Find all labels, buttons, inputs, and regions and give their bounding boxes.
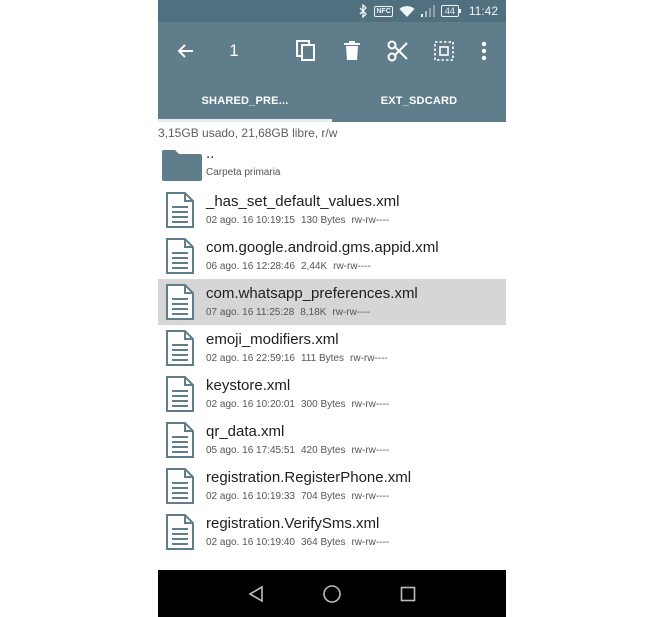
file-date: 07 ago. 16 11:25:28 — [206, 307, 295, 318]
wifi-icon — [399, 5, 415, 18]
nfc-icon: NFC — [374, 5, 393, 17]
file-name: emoji_modifiers.xml — [206, 331, 339, 348]
file-row[interactable]: com.google.android.gms.appid.xml 06 ago. … — [158, 233, 506, 279]
nav-back-button[interactable] — [244, 582, 268, 606]
file-permissions: rw-rw---- — [351, 491, 390, 502]
bluetooth-icon — [359, 4, 368, 18]
file-name: registration.VerifySms.xml — [206, 515, 380, 532]
file-meta: 02 ago. 16 10:19:15 130 Bytes rw-rw---- — [206, 215, 395, 226]
status-time: 11:42 — [468, 4, 498, 18]
back-button[interactable] — [172, 22, 200, 80]
action-toolbar: 1 — [158, 22, 506, 80]
file-date: 05 ago. 16 17:45:51 — [206, 445, 295, 456]
file-date: 02 ago. 16 10:19:15 — [206, 215, 295, 226]
file-date: 02 ago. 16 22:59:16 — [206, 353, 295, 364]
file-row[interactable]: com.whatsapp_preferences.xml 07 ago. 16 1… — [158, 279, 506, 325]
file-meta: 02 ago. 16 10:19:40 364 Bytes rw-rw---- — [206, 537, 395, 548]
nav-recents-button[interactable] — [396, 582, 420, 606]
phone-screen: NFC 44 11:42 1 SHARED_PRE... EXT_SDCARD … — [158, 0, 506, 617]
file-row[interactable]: qr_data.xml 05 ago. 16 17:45:51 420 Bytes r… — [158, 417, 506, 463]
file-name: keystore.xml — [206, 377, 291, 394]
file-list: .. Carpeta primaria _has_set_default_val… — [158, 143, 506, 555]
file-meta: 02 ago. 16 10:20:01 300 Bytes rw-rw---- — [206, 399, 395, 410]
document-icon — [166, 514, 194, 550]
select-all-icon — [434, 41, 454, 61]
cut-icon — [387, 40, 408, 62]
file-permissions: rw-rw---- — [332, 307, 371, 318]
more-options-button[interactable] — [472, 22, 496, 80]
document-icon — [166, 192, 194, 228]
file-date: 02 ago. 16 10:19:40 — [206, 537, 295, 548]
file-name: qr_data.xml — [206, 423, 285, 440]
file-row[interactable]: _has_set_default_values.xml 02 ago. 16 10… — [158, 187, 506, 233]
parent-folder-subtitle: Carpeta primaria — [206, 167, 281, 178]
file-meta: 02 ago. 16 10:19:33 704 Bytes rw-rw---- — [206, 491, 395, 502]
triangle-back-icon — [248, 585, 263, 603]
copy-button[interactable] — [292, 22, 320, 80]
more-vert-icon — [481, 41, 487, 61]
delete-icon — [344, 41, 360, 60]
storage-info: 3,15GB usado, 21,68GB libre, r/w — [158, 126, 338, 140]
document-icon — [166, 238, 194, 274]
file-name: _has_set_default_values.xml — [206, 193, 400, 210]
copy-icon — [296, 40, 315, 61]
file-size: 2,44K — [300, 261, 328, 272]
file-row[interactable]: registration.VerifySms.xml 02 ago. 16 10:… — [158, 509, 506, 555]
document-icon — [166, 422, 194, 458]
tab-bar: SHARED_PRE... EXT_SDCARD — [158, 80, 506, 122]
file-permissions: rw-rw---- — [351, 537, 390, 548]
file-size: 364 Bytes — [300, 537, 346, 548]
file-meta: 02 ago. 16 22:59:16 111 Bytes rw-rw---- — [206, 353, 394, 364]
file-date: 02 ago. 16 10:19:33 — [206, 491, 295, 502]
file-permissions: rw-rw---- — [349, 353, 388, 364]
document-icon — [166, 330, 194, 366]
square-recents-icon — [400, 586, 416, 602]
tab-shared-prefs[interactable]: SHARED_PRE... — [158, 80, 332, 122]
document-icon — [166, 468, 194, 504]
file-row[interactable]: keystore.xml 02 ago. 16 10:20:01 300 Bytes… — [158, 371, 506, 417]
cut-button[interactable] — [384, 22, 412, 80]
parent-folder-name: .. — [206, 145, 215, 162]
cell-signal-icon — [420, 5, 435, 17]
file-name: com.whatsapp_preferences.xml — [206, 285, 418, 302]
battery-icon: 44 — [440, 5, 461, 17]
tab-ext-sdcard[interactable]: EXT_SDCARD — [332, 80, 506, 122]
file-meta: 06 ago. 16 12:28:46 2,44K rw-rw---- — [206, 261, 377, 272]
file-meta: 07 ago. 16 11:25:28 8,18K rw-rw---- — [206, 307, 376, 318]
circle-home-icon — [323, 585, 341, 603]
file-row[interactable]: registration.RegisterPhone.xml 02 ago. 16… — [158, 463, 506, 509]
file-date: 06 ago. 16 12:28:46 — [206, 261, 295, 272]
select-all-button[interactable] — [430, 22, 458, 80]
file-name: registration.RegisterPhone.xml — [206, 469, 412, 486]
file-name: com.google.android.gms.appid.xml — [206, 239, 439, 256]
document-icon — [166, 284, 194, 320]
file-permissions: rw-rw---- — [351, 215, 390, 226]
file-date: 02 ago. 16 10:20:01 — [206, 399, 295, 410]
file-size: 111 Bytes — [300, 353, 344, 364]
file-row[interactable]: emoji_modifiers.xml 02 ago. 16 22:59:16 11… — [158, 325, 506, 371]
file-meta: 05 ago. 16 17:45:51 420 Bytes rw-rw---- — [206, 445, 395, 456]
parent-folder-row[interactable]: .. Carpeta primaria — [158, 143, 506, 187]
file-permissions: rw-rw---- — [351, 445, 390, 456]
nav-home-button[interactable] — [320, 582, 344, 606]
file-permissions: rw-rw---- — [351, 399, 390, 410]
file-size: 300 Bytes — [300, 399, 346, 410]
delete-button[interactable] — [338, 22, 366, 80]
file-permissions: rw-rw---- — [333, 261, 371, 272]
file-size: 704 Bytes — [300, 491, 346, 502]
navigation-bar — [158, 570, 506, 617]
back-arrow-icon — [177, 44, 193, 58]
file-size: 420 Bytes — [300, 445, 346, 456]
file-size: 130 Bytes — [300, 215, 346, 226]
document-icon — [166, 376, 194, 412]
status-icons: NFC 44 11:42 — [359, 3, 498, 19]
status-bar: NFC 44 11:42 — [158, 0, 506, 22]
folder-icon — [162, 150, 202, 181]
selection-count: 1 — [229, 41, 239, 60]
file-size: 8,18K — [300, 307, 327, 318]
